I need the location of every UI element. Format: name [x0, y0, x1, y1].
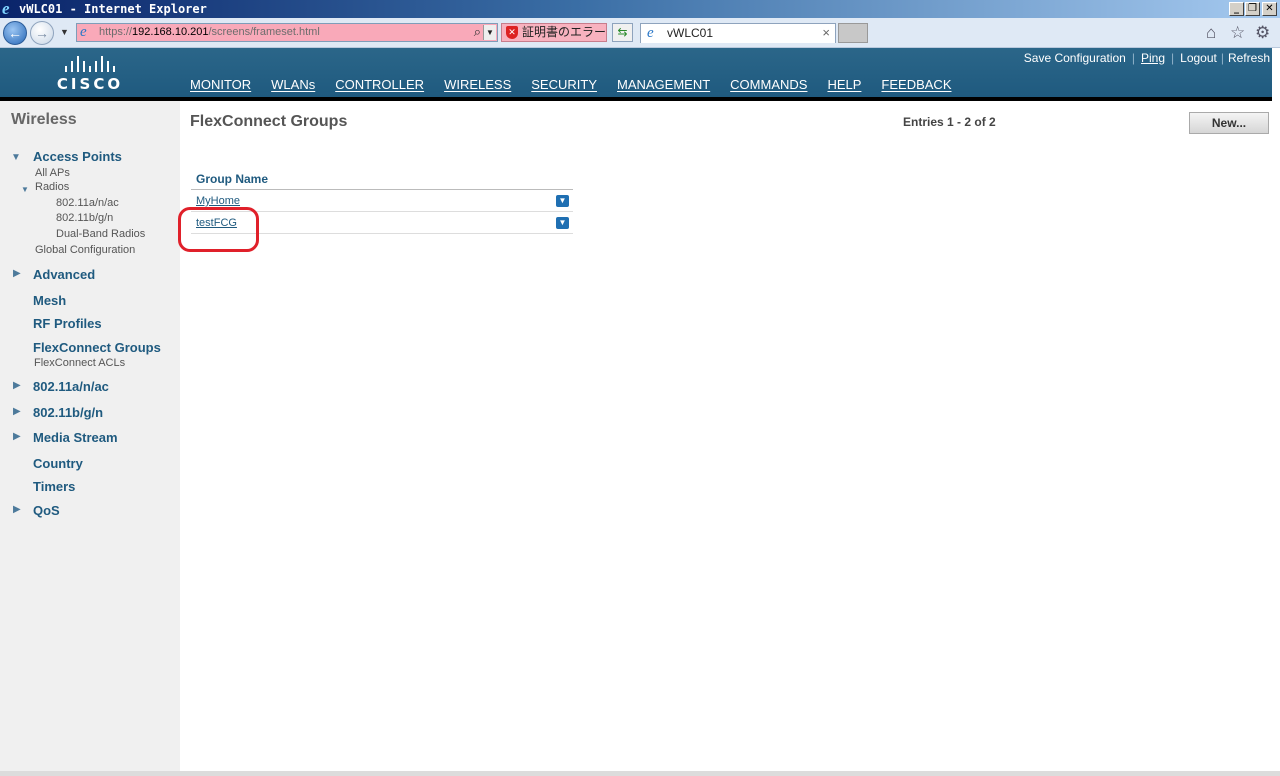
- row-dropdown-icon[interactable]: ▼: [556, 195, 569, 207]
- page-icon: e: [80, 24, 87, 40]
- shield-icon: ✕: [506, 26, 518, 39]
- search-icon[interactable]: ⌕: [474, 24, 481, 40]
- nav-monitor[interactable]: MONITOR: [190, 77, 261, 97]
- new-button[interactable]: New...: [1189, 112, 1269, 134]
- sidebar-item-mesh[interactable]: Mesh: [33, 293, 66, 308]
- column-header-group-name: Group Name: [191, 169, 573, 190]
- group-link-myhome[interactable]: MyHome: [196, 195, 240, 207]
- nav-wireless[interactable]: WIRELESS: [434, 77, 522, 101]
- window-titlebar: e vWLC01 - Internet Explorer _ ❐ ✕: [0, 0, 1280, 18]
- sidebar-item-flexconnect-groups[interactable]: FlexConnect Groups: [33, 340, 161, 355]
- sidebar-item-radios[interactable]: Radios: [35, 181, 69, 193]
- tab-page-icon: e: [647, 25, 654, 41]
- logout-link[interactable]: Logout: [1180, 51, 1217, 65]
- cert-error-label: 証明書のエラー: [522, 25, 607, 39]
- nav-commands[interactable]: COMMANDS: [720, 77, 817, 97]
- tab-close-icon[interactable]: ×: [822, 24, 830, 42]
- certificate-error-button[interactable]: ✕ 証明書のエラー: [501, 23, 607, 42]
- sidebar-item-all-aps[interactable]: All APs: [35, 167, 70, 179]
- minimize-button[interactable]: _: [1229, 2, 1244, 16]
- refresh-icon[interactable]: ⇆: [612, 23, 633, 42]
- nav-help[interactable]: HELP: [817, 77, 871, 97]
- expand-right-icon[interactable]: ▶: [13, 268, 21, 279]
- tab-title: vWLC01: [667, 26, 714, 40]
- forward-icon[interactable]: →: [30, 21, 54, 45]
- app-header: CISCO Save Configuration | Ping | Logout | Ref…: [0, 48, 1272, 101]
- close-window-button[interactable]: ✕: [1262, 2, 1277, 16]
- sidebar-item-80211a[interactable]: 802.11a/n/ac: [33, 379, 109, 394]
- nav-management[interactable]: MANAGEMENT: [607, 77, 720, 97]
- save-configuration-link[interactable]: Save Configuration: [1024, 51, 1126, 65]
- gear-icon[interactable]: ⚙: [1255, 24, 1270, 42]
- row-dropdown-icon[interactable]: ▼: [556, 217, 569, 229]
- nav-security[interactable]: SECURITY: [521, 77, 607, 97]
- sidebar-item-radio-b[interactable]: 802.11b/g/n: [56, 212, 113, 224]
- browser-toolbar: ← → ▼ e https://192.168.10.201/screens/f…: [0, 18, 1280, 48]
- address-dropdown-icon[interactable]: ▼: [483, 25, 496, 40]
- nav-wlans[interactable]: WLANs: [261, 77, 325, 97]
- url-text: https://192.168.10.201/screens/frameset.…: [99, 26, 320, 38]
- star-icon[interactable]: ☆: [1230, 24, 1245, 42]
- logo-text: CISCO: [56, 75, 124, 93]
- sidebar-item-80211b[interactable]: 802.11b/g/n: [33, 405, 103, 420]
- refresh-link[interactable]: Refresh: [1228, 51, 1270, 65]
- sidebar-item-access-points[interactable]: Access Points: [33, 149, 122, 164]
- expand-down-icon[interactable]: ▼: [11, 152, 21, 163]
- ping-link[interactable]: Ping: [1141, 51, 1165, 65]
- sidebar-item-country[interactable]: Country: [33, 456, 83, 471]
- status-bar: [0, 771, 1280, 776]
- cisco-logo: CISCO: [52, 56, 128, 93]
- entries-count: Entries 1 - 2 of 2: [903, 115, 996, 129]
- main-content: FlexConnect Groups Entries 1 - 2 of 2 Ne…: [180, 101, 1280, 776]
- sidebar: Wireless ▼ Access Points All APs ▼ Radio…: [0, 101, 180, 776]
- expand-right-icon[interactable]: ▶: [13, 406, 21, 417]
- expand-right-icon[interactable]: ▶: [13, 431, 21, 442]
- sidebar-item-advanced[interactable]: Advanced: [33, 267, 95, 282]
- new-tab-button[interactable]: [838, 23, 868, 43]
- address-bar[interactable]: e https://192.168.10.201/screens/framese…: [76, 23, 498, 42]
- red-highlight-circle: [178, 207, 259, 252]
- browser-tab[interactable]: e vWLC01 ×: [640, 23, 836, 43]
- page-title: FlexConnect Groups: [190, 113, 348, 130]
- sidebar-item-dual-band[interactable]: Dual-Band Radios: [56, 228, 145, 240]
- cisco-bars-icon: [52, 56, 128, 72]
- restore-button[interactable]: ❐: [1245, 2, 1260, 16]
- sidebar-item-qos[interactable]: QoS: [33, 503, 60, 518]
- sidebar-heading: Wireless: [11, 111, 77, 128]
- history-dropdown-icon[interactable]: ▼: [60, 27, 69, 37]
- home-icon[interactable]: ⌂: [1206, 24, 1216, 42]
- back-icon[interactable]: ←: [3, 21, 27, 45]
- nav-controller[interactable]: CONTROLLER: [325, 77, 434, 97]
- main-nav: MONITOR WLANs CONTROLLER WIRELESS SECURI…: [190, 77, 962, 101]
- ie-logo-icon: e: [2, 0, 10, 18]
- sidebar-item-timers[interactable]: Timers: [33, 479, 75, 494]
- expand-right-icon[interactable]: ▶: [13, 504, 21, 515]
- sidebar-item-global-config[interactable]: Global Configuration: [35, 244, 135, 256]
- sidebar-item-flexconnect-acls[interactable]: FlexConnect ACLs: [34, 357, 125, 369]
- expand-down-icon[interactable]: ▼: [21, 185, 29, 194]
- window-title: vWLC01 - Internet Explorer: [19, 2, 207, 16]
- expand-right-icon[interactable]: ▶: [13, 380, 21, 391]
- sidebar-item-media-stream[interactable]: Media Stream: [33, 430, 118, 445]
- top-links: Save Configuration | Ping | Logout | Refresh: [1023, 51, 1270, 65]
- sidebar-item-rf-profiles[interactable]: RF Profiles: [33, 316, 102, 331]
- nav-feedback[interactable]: FEEDBACK: [871, 77, 961, 97]
- sidebar-item-radio-a[interactable]: 802.11a/n/ac: [56, 197, 119, 209]
